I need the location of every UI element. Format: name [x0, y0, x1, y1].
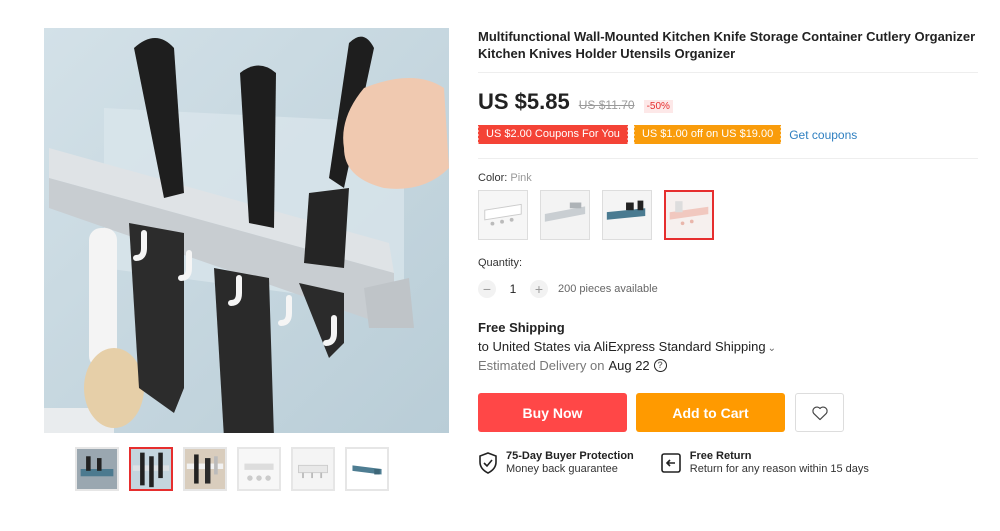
quantity-input[interactable]: 1: [496, 282, 530, 296]
price-row: US $5.85 US $11.70 -50%: [478, 89, 978, 115]
buyer-protection-subtitle: Money back guarantee: [506, 463, 618, 475]
shipping-destination[interactable]: to United States via AliExpress Standard…: [478, 339, 978, 354]
thumbnail-image: [293, 449, 333, 489]
product-title: Multifunctional Wall-Mounted Kitchen Kni…: [478, 28, 978, 73]
thumbnail-image: [77, 449, 117, 489]
free-return: Free Return Return for any reason within…: [660, 450, 869, 475]
thumbnail-3[interactable]: [183, 447, 227, 491]
color-label-row: Color: Pink: [478, 172, 978, 184]
buyer-protection-title: 75-Day Buyer Protection: [506, 450, 634, 462]
get-coupons-link[interactable]: Get coupons: [789, 128, 857, 142]
current-price: US $5.85: [478, 89, 570, 114]
quantity-plus-button[interactable]: +: [530, 280, 548, 298]
thumbnail-4[interactable]: [237, 447, 281, 491]
shipping-title: Free Shipping: [478, 320, 565, 335]
purchase-actions: Buy Now Add to Cart: [478, 393, 978, 432]
shipping-info: Free Shipping to United States via AliEx…: [478, 320, 978, 373]
color-selector: Color: Pink: [478, 172, 978, 240]
product-info: Multifunctional Wall-Mounted Kitchen Kni…: [477, 28, 978, 475]
coupon-threshold[interactable]: US $1.00 off on US $19.00: [632, 125, 782, 144]
delivery-estimate: Estimated Delivery on Aug 22 ?: [478, 358, 978, 373]
divider: [478, 158, 978, 159]
thumbnail-image: [185, 449, 225, 489]
coupon-store[interactable]: US $2.00 Coupons For You: [477, 125, 628, 144]
thumbnail-image: [131, 449, 171, 489]
swatch-pink[interactable]: [664, 190, 714, 240]
buy-now-button[interactable]: Buy Now: [478, 393, 627, 432]
swatch-image: [479, 191, 527, 239]
thumbnail-6[interactable]: [345, 447, 389, 491]
quantity-selector: Quantity: − 1 + 200 pieces available: [478, 257, 978, 298]
free-return-title: Free Return: [689, 450, 752, 462]
heart-icon: [811, 405, 828, 420]
return-icon: [660, 453, 681, 473]
quantity-stepper: − 1 + 200 pieces available: [478, 280, 978, 298]
color-swatches: [478, 190, 978, 240]
add-to-cart-button[interactable]: Add to Cart: [636, 393, 785, 432]
chevron-down-icon: ⌄: [767, 343, 777, 354]
thumbnail-5[interactable]: [291, 447, 335, 491]
color-selected-value: Pink: [510, 172, 532, 184]
buyer-protection: 75-Day Buyer Protection Money back guara…: [478, 450, 634, 475]
guarantees: 75-Day Buyer Protection Money back guara…: [478, 450, 978, 475]
help-icon[interactable]: ?: [653, 359, 667, 372]
color-label: Color:: [478, 172, 508, 184]
swatch-blue[interactable]: [602, 190, 652, 240]
stock-available: 200 pieces available: [558, 283, 658, 295]
knife-holder-photo: [44, 28, 449, 433]
main-product-image[interactable]: [44, 28, 449, 433]
quantity-label: Quantity:: [478, 257, 523, 269]
discount-badge: -50%: [643, 100, 673, 113]
original-price: US $11.70: [578, 98, 635, 112]
shield-check-icon: [479, 452, 497, 474]
delivery-date: Aug 22: [608, 358, 650, 373]
swatch-white[interactable]: [478, 190, 528, 240]
swatch-gray[interactable]: [540, 190, 590, 240]
delivery-estimate-label: Estimated Delivery on: [478, 358, 605, 373]
shipping-destination-text: to United States via AliExpress Standard…: [478, 339, 766, 354]
thumbnail-image: [239, 449, 279, 489]
swatch-image: [541, 191, 589, 239]
swatch-image: [603, 191, 651, 239]
free-return-subtitle: Return for any reason within 15 days: [689, 463, 869, 475]
thumbnail-1[interactable]: [75, 447, 119, 491]
thumbnail-strip: [75, 447, 389, 491]
coupon-row: US $2.00 Coupons For You US $1.00 off on…: [477, 125, 978, 144]
quantity-minus-button[interactable]: −: [478, 280, 496, 298]
thumbnail-image: [347, 449, 387, 489]
swatch-image: [666, 192, 712, 238]
wishlist-button[interactable]: [795, 393, 844, 432]
thumbnail-2[interactable]: [129, 447, 173, 491]
